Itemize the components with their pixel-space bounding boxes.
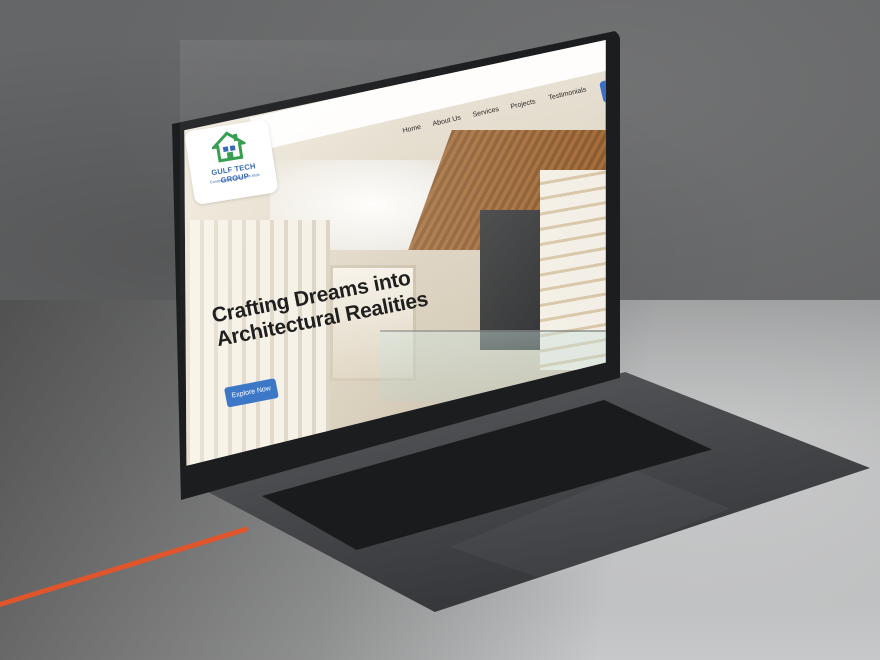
nav-services-link[interactable]: Services	[472, 106, 500, 119]
nav-testimonials-link[interactable]: Testimonials	[548, 86, 587, 101]
nav-projects-link[interactable]: Projects	[510, 98, 536, 111]
nav-about-link[interactable]: About Us	[432, 115, 462, 128]
nav-home-link[interactable]: Home	[402, 124, 422, 135]
house-logo-icon	[209, 131, 248, 163]
site-logo[interactable]: GULF TECH GROUP Constructing Dreams with…	[184, 118, 279, 206]
